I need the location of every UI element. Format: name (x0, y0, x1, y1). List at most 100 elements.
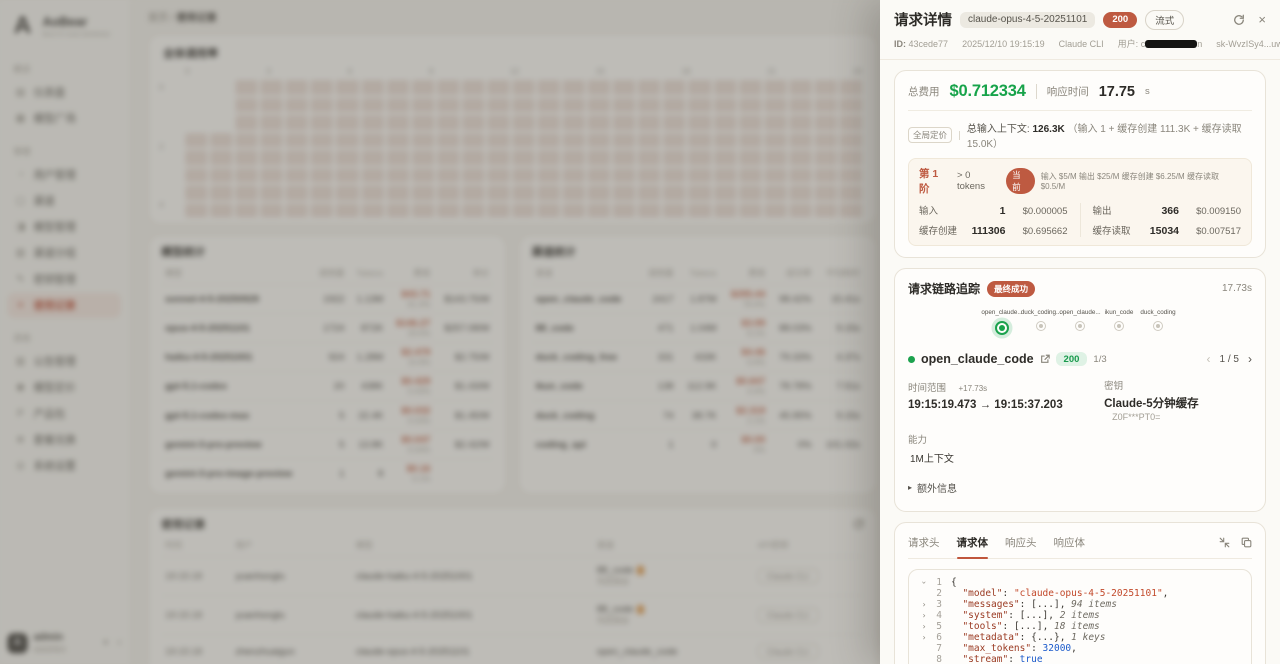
line-number: 5 (929, 621, 942, 632)
code-line: ›6 "metadata": {...}, 1 keys (919, 632, 1241, 643)
request-meta: ID: 43cede77 2025/12/10 19:15:19 Claude … (894, 37, 1266, 50)
tab-response-body[interactable]: 响应体 (1054, 532, 1086, 558)
line-number: 8 (929, 654, 942, 664)
code-text: "metadata": {...}, 1 keys (951, 632, 1106, 643)
step-label: open_claude... (981, 309, 1022, 316)
capability-label: 能力 (908, 432, 1252, 446)
tab-request-body[interactable]: 请求体 (957, 532, 989, 558)
tier-cell: 输入 1 $0.000005 (919, 203, 1068, 217)
key-masked-value: Z0F***PT0= (1112, 412, 1160, 422)
tier-cell: 输出 366 $0.009150 (1093, 203, 1242, 217)
status-code-badge: 200 (1103, 12, 1137, 28)
tab-request-headers[interactable]: 请求头 (908, 532, 940, 558)
line-number: 7 (929, 643, 942, 654)
pricing-tier-box: 第 1 阶 > 0 tokens 当前 输入 $5/M 输出 $25/M 缓存创… (908, 158, 1252, 246)
trace-title: 请求链路追踪 (908, 280, 980, 297)
key-label: 密钥 (1104, 378, 1252, 392)
cost-card: 总费用 $0.712334 响应时间 17.75 s 全局定价 总输入上下文: … (894, 70, 1266, 258)
tier-cell: 缓存读取 15034 $0.007517 (1093, 223, 1242, 237)
step-dot-icon[interactable] (1114, 321, 1124, 331)
fold-caret-icon[interactable]: › (919, 599, 929, 610)
line-number: 4 (929, 610, 942, 621)
stream-badge: 流式 (1145, 10, 1184, 30)
context-total: 126.3K (1032, 124, 1064, 135)
step-dot-icon[interactable] (1075, 321, 1085, 331)
code-line: ›4 "system": [...], 2 items (919, 610, 1241, 621)
fold-caret-icon[interactable]: › (919, 621, 929, 632)
fold-caret-icon[interactable]: › (919, 578, 930, 588)
request-details-drawer: 请求详情 claude-opus-4-5-20251101 200 流式 × I… (880, 0, 1280, 664)
code-line: 8 "stream": true (919, 654, 1241, 664)
step-label: duck_coding (1140, 309, 1175, 316)
page-indicator: 1 / 5 (1220, 354, 1239, 365)
fold-caret-empty (919, 654, 929, 664)
key-name: Claude-5分钟缓存Z0F***PT0= (1104, 395, 1252, 423)
trace-duration: 17.73s (1222, 283, 1252, 294)
fold-caret-empty (919, 643, 929, 654)
global-pricing-badge: 全局定价 (908, 127, 952, 143)
api-key-masked: sk-WvzISy4...uwgB (1216, 39, 1280, 49)
code-line: 7 "max_tokens": 32000, (919, 643, 1241, 654)
line-number: 3 (929, 599, 942, 610)
code-text: "max_tokens": 32000, (951, 643, 1077, 654)
prev-page-icon[interactable]: ‹ (1207, 353, 1211, 365)
fold-caret-icon[interactable]: › (919, 610, 929, 621)
model-badge: claude-opus-4-5-20251101 (960, 12, 1095, 28)
channel-status-dot (908, 356, 915, 363)
time-range-label: 时间范围 (908, 383, 946, 394)
trace-step[interactable]: ikun_code (1100, 309, 1139, 335)
next-page-icon[interactable]: › (1248, 353, 1252, 365)
request-id: 43cede77 (909, 39, 949, 49)
step-dot-icon[interactable] (1036, 321, 1046, 331)
code-text: "stream": true (951, 654, 1043, 664)
collapse-viewer-icon[interactable] (1219, 537, 1230, 548)
rt-label: 响应时间 (1047, 84, 1089, 99)
step-dot-icon[interactable] (1153, 321, 1163, 331)
time-range-value: 19:15:19.473 → 19:15:37.203 (908, 399, 1104, 411)
tier-rates: 输入 $5/M 输出 $25/M 缓存创建 $6.25/M 缓存读取 $0.5/… (1041, 171, 1241, 191)
code-line: ›3 "messages": [...], 94 items (919, 599, 1241, 610)
trace-stepper: open_claude... duck_coding... open_claud… (908, 309, 1252, 335)
expand-caret-icon: ▸ (908, 483, 912, 492)
client-name: Claude CLI (1059, 39, 1104, 49)
fold-caret-icon[interactable]: › (919, 632, 929, 643)
line-number: 6 (929, 632, 942, 643)
redacted-username (1145, 40, 1197, 48)
code-text: "model": "claude-opus-4-5-20251101", (951, 588, 1168, 599)
step-dot-icon[interactable] (995, 321, 1009, 335)
request-time: 2025/12/10 19:15:19 (962, 39, 1045, 49)
total-fee: $0.712334 (950, 82, 1026, 101)
step-label: ikun_code (1105, 309, 1134, 316)
refresh-icon[interactable] (1233, 14, 1245, 26)
close-icon[interactable]: × (1258, 13, 1266, 26)
final-success-badge: 最终成功 (987, 281, 1035, 297)
code-text: "system": [...], 2 items (951, 610, 1100, 621)
capability-value: 1M上下文 (908, 449, 956, 466)
fee-label: 总费用 (908, 84, 940, 99)
attempt-status-badge: 200 (1056, 352, 1088, 366)
code-text: { (951, 577, 957, 588)
code-line: 2 "model": "claude-opus-4-5-20251101", (919, 588, 1241, 599)
code-line: ›5 "tools": [...], 18 items (919, 621, 1241, 632)
trace-step[interactable]: duck_coding (1139, 309, 1178, 335)
fold-caret-empty (919, 588, 929, 599)
external-link-icon[interactable] (1040, 354, 1050, 364)
drawer-title: 请求详情 (894, 9, 952, 30)
trace-step[interactable]: open_claude... (1061, 309, 1100, 335)
code-text: "tools": [...], 18 items (951, 621, 1100, 632)
copy-icon[interactable] (1241, 537, 1252, 548)
line-number: 1 (929, 577, 942, 588)
tab-response-headers[interactable]: 响应头 (1005, 532, 1037, 558)
trace-step[interactable]: duck_coding... (1022, 309, 1061, 335)
attempt-count: 1/3 (1093, 354, 1106, 365)
trace-step[interactable]: open_claude... (983, 309, 1022, 335)
extra-info-toggle[interactable]: ▸ 额外信息 (908, 480, 1252, 495)
step-label: duck_coding... (1021, 309, 1062, 316)
code-line: ›1 { (919, 577, 1241, 588)
payload-viewer-card: 请求头 请求体 响应头 响应体 ›1{2 "model": "claude-op… (894, 522, 1266, 664)
line-number: 2 (929, 588, 942, 599)
tier-name: 第 1 阶 (919, 166, 951, 196)
tier-cell: 缓存创建 111306 $0.695662 (919, 223, 1068, 237)
response-time: 17.75 (1099, 84, 1135, 100)
json-code-viewer[interactable]: ›1{2 "model": "claude-opus-4-5-20251101"… (908, 569, 1252, 664)
